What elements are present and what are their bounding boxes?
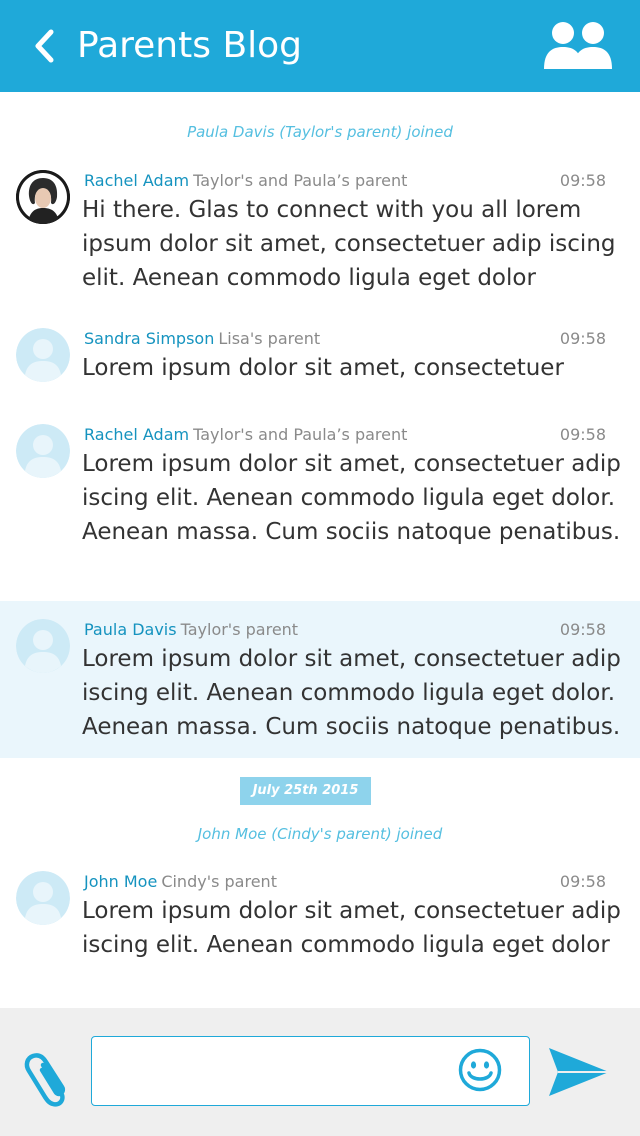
sender-name[interactable]: Rachel Adam	[84, 425, 189, 444]
sender-relation: Lisa's parent	[218, 329, 321, 348]
sender-relation: Taylor's and Paula’s parent	[193, 425, 408, 444]
message-text: Lorem ipsum dolor sit amet, consectetuer	[82, 355, 564, 381]
message-text: Hi there. Glas to connect with you all l…	[82, 197, 616, 291]
date-separator: July 25th 2015	[240, 777, 371, 805]
avatar	[16, 424, 70, 478]
chevron-left-icon	[35, 29, 54, 63]
message-item: Rachel Adam Taylor's and Paula’s parent 0…	[0, 170, 640, 300]
sender-name[interactable]: Paula Davis	[84, 620, 177, 639]
avatar	[16, 170, 70, 224]
sender-relation: Taylor's and Paula’s parent	[193, 171, 408, 190]
app-header: Parents Blog	[0, 0, 640, 92]
page-title: Parents Blog	[77, 25, 303, 66]
message-item: Rachel Adam Taylor's and Paula’s parent 0…	[0, 424, 640, 590]
message-meta: John Moe Cindy's parent 09:58	[84, 871, 606, 893]
avatar	[16, 871, 70, 925]
message-time: 09:58	[559, 425, 606, 444]
message-item: Sandra Simpson Lisa's parent 09:58 Lorem …	[0, 328, 640, 398]
sender-name[interactable]: Sandra Simpson	[84, 329, 214, 348]
message-item-highlighted: Paula Davis Taylor's parent 09:58 Lorem i…	[0, 601, 640, 758]
message-time: 09:58	[559, 329, 606, 348]
message-composer	[0, 1008, 640, 1136]
message-time: 09:58	[559, 171, 606, 190]
message-item: John Moe Cindy's parent 09:58 Lorem ipsum…	[0, 871, 640, 971]
message-meta: Rachel Adam Taylor's and Paula’s parent 0…	[84, 424, 606, 446]
message-time: 09:58	[559, 620, 606, 639]
avatar	[16, 619, 70, 673]
back-button[interactable]	[22, 24, 66, 68]
send-button[interactable]	[546, 1044, 612, 1100]
group-icon	[544, 22, 612, 69]
sender-name[interactable]: John Moe	[84, 872, 157, 891]
system-notice: John Moe (Cindy's parent) joined	[197, 825, 443, 843]
message-text: Lorem ipsum dolor sit amet, consectetuer…	[82, 451, 621, 545]
group-members-button[interactable]	[540, 16, 616, 72]
emoji-button[interactable]	[456, 1046, 504, 1094]
message-text: Lorem ipsum dolor sit amet, consectetuer…	[82, 898, 621, 958]
sender-relation: Taylor's parent	[180, 620, 299, 639]
message-text: Lorem ipsum dolor sit amet, consectetuer…	[82, 646, 621, 740]
avatar	[16, 328, 70, 382]
sender-relation: Cindy's parent	[161, 872, 277, 891]
send-icon	[549, 1048, 609, 1096]
paperclip-icon	[24, 1053, 66, 1107]
message-meta: Paula Davis Taylor's parent 09:58	[84, 619, 606, 641]
system-notice: Paula Davis (Taylor's parent) joined	[187, 123, 453, 141]
message-meta: Sandra Simpson Lisa's parent 09:58	[84, 328, 606, 350]
smiley-icon	[458, 1048, 502, 1092]
message-meta: Rachel Adam Taylor's and Paula’s parent 0…	[84, 170, 606, 192]
message-time: 09:58	[559, 872, 606, 891]
attach-button[interactable]	[18, 1046, 78, 1112]
sender-name[interactable]: Rachel Adam	[84, 171, 189, 190]
